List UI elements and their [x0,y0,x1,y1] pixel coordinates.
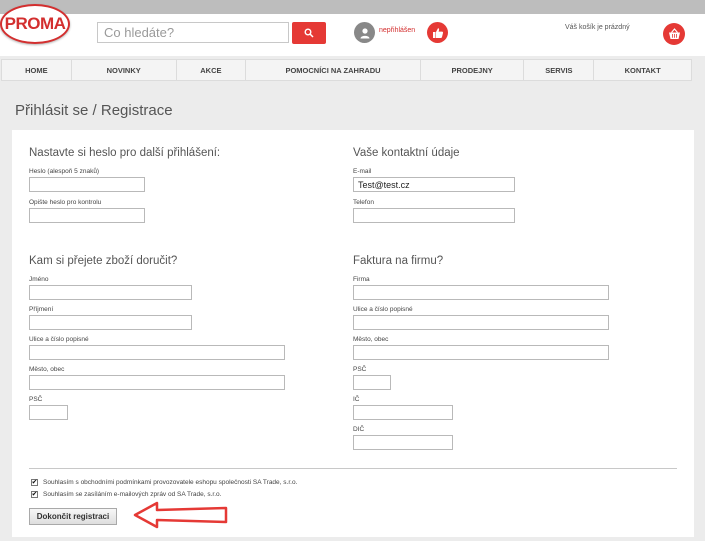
cart-icon[interactable] [663,23,685,45]
like-icon [432,27,443,38]
terms-checkbox[interactable]: ✔ [31,479,38,486]
delivery-street-label: Ulice a číslo popisné [29,336,89,343]
password-confirm-label: Opište heslo pro kontrolu [29,199,102,206]
delivery-zip-label: PSČ [29,396,43,403]
login-status[interactable]: nepřihlášen [379,27,415,34]
company-field[interactable] [353,285,609,300]
ic-label: IČ [353,396,360,403]
email-field[interactable] [353,177,515,192]
company-label: Firma [353,276,370,283]
arrow-left-icon [133,501,228,529]
search-input[interactable] [97,22,289,43]
nav-item-home[interactable]: HOME [2,60,72,80]
nav-item-servis[interactable]: SERVIS [524,60,595,80]
password-confirm-field[interactable] [29,208,145,223]
ic-field[interactable] [353,405,453,420]
phone-field[interactable] [353,208,515,223]
newsletter-consent-label: Souhlasím se zasíláním e-mailových zpráv… [43,491,222,498]
email-label: E-mail [353,168,372,175]
nav-item-kontakt[interactable]: KONTAKT [594,60,691,80]
dic-field[interactable] [353,435,453,450]
terms-consent-label: Souhlasím s obchodními podmínkami provoz… [43,479,298,486]
newsletter-checkbox[interactable]: ✔ [31,491,38,498]
nav-item-akce[interactable]: AKCE [177,60,247,80]
delivery-city-label: Město, obec [29,366,65,373]
main-nav: HOME NOVINKY AKCE POMOCNÍCI NA ZAHRADU P… [1,59,692,81]
form-divider [29,468,677,469]
name-label: Jméno [29,276,49,283]
newsletter-consent-row: ✔ Souhlasím se zasíláním e-mailových zpr… [31,491,221,498]
invoice-zip-label: PSČ [353,366,367,373]
delivery-city-field[interactable] [29,375,285,390]
name-field[interactable] [29,285,192,300]
surname-label: Příjmení [29,306,54,313]
terms-consent-row: ✔ Souhlasím s obchodními podmínkami prov… [31,479,297,486]
contact-section-title: Vaše kontaktní údaje [353,147,460,159]
thumbs-up-icon[interactable] [427,22,448,43]
nav-item-prodejny[interactable]: PRODEJNY [421,60,525,80]
page-title: Přihlásit se / Registrace [15,102,173,119]
basket-icon [668,28,680,39]
delivery-street-field[interactable] [29,345,285,360]
password-section-title: Nastavte si heslo pro další přihlášení: [29,147,221,159]
nav-item-novinky[interactable]: NOVINKY [72,60,177,80]
cart-status[interactable]: Váš košík je prázdný [565,24,630,31]
invoice-city-field[interactable] [353,345,609,360]
invoice-city-label: Město, obec [353,336,389,343]
person-icon [360,27,369,38]
password-field[interactable] [29,177,145,192]
invoice-street-label: Ulice a číslo popisné [353,306,413,313]
invoice-zip-field[interactable] [353,375,391,390]
dic-label: DIČ [353,426,365,433]
proma-logo[interactable]: PROMA [0,4,70,44]
invoice-section-title: Faktura na firmu? [353,255,444,267]
delivery-section-title: Kam si přejete zboží doručit? [29,255,178,267]
delivery-zip-field[interactable] [29,405,68,420]
surname-field[interactable] [29,315,192,330]
user-icon[interactable] [354,22,375,43]
search-icon [304,28,314,38]
nav-item-pomocnici[interactable]: POMOCNÍCI NA ZAHRADU [246,60,421,80]
complete-registration-button[interactable]: Dokončit registraci [29,508,117,525]
invoice-street-field[interactable] [353,315,609,330]
phone-label: Telefon [353,199,374,206]
logo-text: PROMA [4,14,66,33]
top-bar [0,0,705,14]
password-label: Heslo (alespoň 5 znaků) [29,168,100,175]
search-button[interactable] [292,22,326,44]
